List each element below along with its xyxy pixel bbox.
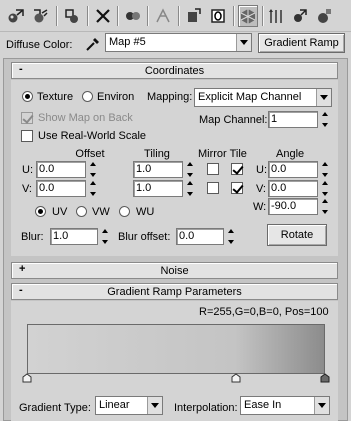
collapse-toggle: - <box>19 284 23 296</box>
blur-spinner[interactable] <box>100 228 110 245</box>
tile-v-checkbox[interactable] <box>231 182 243 194</box>
angle-w-spinner[interactable] <box>320 198 330 215</box>
uv-label: UV <box>52 206 68 218</box>
angle-header: Angle <box>276 148 305 160</box>
offset-header: Offset <box>75 148 105 160</box>
map-name-dropdown[interactable]: Map #5 <box>105 33 252 52</box>
environ-label: Environ <box>97 91 135 103</box>
interpolation-label: Interpolation: <box>174 402 238 414</box>
offset-v-spinner[interactable] <box>88 180 98 197</box>
mapping-value: Explicit Map Channel <box>198 91 302 103</box>
gradient-ramp-title: Gradient Ramp Parameters <box>107 285 242 298</box>
offset-u-input[interactable]: 0.0 <box>36 161 86 178</box>
put-to-scene-icon[interactable] <box>30 5 50 27</box>
gradient-ramp-preview[interactable] <box>27 324 325 374</box>
tiling-v-spinner[interactable] <box>185 180 195 197</box>
get-material-icon[interactable] <box>6 5 26 27</box>
assign-to-selection-icon[interactable] <box>62 5 82 27</box>
environ-radio[interactable] <box>82 91 93 102</box>
mirror-v-checkbox[interactable] <box>207 182 219 194</box>
angle-w-label: W: <box>253 201 267 213</box>
reset-map-icon[interactable] <box>93 5 113 27</box>
tiling-header: Tiling <box>144 148 170 160</box>
tiling-u-input[interactable]: 1.0 <box>133 161 183 178</box>
map-type-button[interactable]: Gradient Ramp <box>258 33 345 53</box>
show-end-result-icon[interactable] <box>238 5 258 27</box>
go-to-parent-icon[interactable] <box>266 5 286 27</box>
noise-rollout-header[interactable]: + Noise <box>11 262 338 279</box>
wu-radio[interactable] <box>119 206 130 217</box>
mirror-tile-header: Mirror Tile <box>198 148 247 160</box>
put-to-library-icon[interactable] <box>153 5 173 27</box>
mirror-u-checkbox[interactable] <box>207 163 219 175</box>
vw-radio[interactable] <box>76 206 87 217</box>
material-id-channel-icon[interactable] <box>184 5 204 27</box>
chevron-down-icon <box>236 34 251 51</box>
blur-label: Blur: <box>21 231 44 243</box>
map-name-value: Map #5 <box>109 36 146 48</box>
angle-u-label: U: <box>256 164 267 176</box>
angle-v-label: V: <box>256 183 266 195</box>
rotate-button[interactable]: Rotate <box>267 224 327 246</box>
uv-radio[interactable] <box>35 206 46 217</box>
mapping-label: Mapping: <box>147 91 193 103</box>
pick-material-from-object-icon[interactable] <box>84 35 102 53</box>
material-editor-toolbar <box>0 0 351 32</box>
map-channel-label: Map Channel: <box>199 114 268 126</box>
coordinates-rollout-header[interactable]: - Coordinates <box>11 62 338 79</box>
real-world-scale-label: Use Real-World Scale <box>38 130 147 142</box>
tiling-u-spinner[interactable] <box>185 161 195 178</box>
angle-u-spinner[interactable] <box>320 161 330 178</box>
gradient-type-label: Gradient Type: <box>19 402 91 414</box>
angle-w-input[interactable]: -90.0 <box>268 198 318 215</box>
chevron-down-icon <box>314 397 329 414</box>
offset-u-label: U: <box>22 164 33 176</box>
interpolation-dropdown[interactable]: Ease In <box>240 396 330 415</box>
noise-title: Noise <box>160 264 189 277</box>
real-world-scale-checkbox[interactable] <box>21 130 33 142</box>
blur-offset-input[interactable]: 0.0 <box>176 228 224 245</box>
diffuse-color-label: Diffuse Color: <box>6 39 73 51</box>
gradient-flag-status: R=255,G=0,B=0, Pos=100 <box>199 306 329 318</box>
gradient-flag-start[interactable] <box>22 373 32 383</box>
gradient-flag-end[interactable] <box>320 373 330 383</box>
tiling-v-input[interactable]: 1.0 <box>133 180 183 197</box>
gradient-flag-middle[interactable] <box>231 373 241 383</box>
interpolation-value: Ease In <box>244 399 282 411</box>
coordinates-title: Coordinates <box>144 64 205 77</box>
gradient-type-value: Linear <box>99 399 130 411</box>
gradient-ramp-rollout-header[interactable]: - Gradient Ramp Parameters <box>11 283 338 300</box>
expand-toggle: + <box>19 263 26 275</box>
offset-v-label: V: <box>22 183 32 195</box>
texture-label: Texture <box>37 91 74 103</box>
map-channel-input[interactable]: 1 <box>268 111 318 128</box>
offset-u-spinner[interactable] <box>88 161 98 178</box>
offset-v-input[interactable]: 0.0 <box>36 180 86 197</box>
show-map-in-viewport-icon[interactable] <box>208 5 228 27</box>
chevron-down-icon <box>147 397 162 414</box>
blur-offset-spinner[interactable] <box>226 228 236 245</box>
gradient-type-dropdown[interactable]: Linear <box>95 396 163 415</box>
vw-label: VW <box>92 206 110 218</box>
material-map-navigator-icon[interactable] <box>314 5 334 27</box>
mapping-dropdown[interactable]: Explicit Map Channel <box>194 88 332 107</box>
angle-v-spinner[interactable] <box>320 180 330 197</box>
show-map-on-back-label: Show Map on Back <box>38 112 133 124</box>
go-forward-to-sibling-icon[interactable] <box>290 5 310 27</box>
blur-input[interactable]: 1.0 <box>50 228 98 245</box>
tile-u-checkbox[interactable] <box>231 163 243 175</box>
blur-offset-label: Blur offset: <box>118 231 171 243</box>
wu-label: WU <box>136 206 155 218</box>
make-unique-icon[interactable] <box>123 5 143 27</box>
show-map-on-back-checkbox[interactable] <box>21 112 33 124</box>
map-channel-spinner[interactable] <box>320 111 330 128</box>
texture-radio[interactable] <box>22 91 33 102</box>
collapse-toggle: - <box>19 63 23 75</box>
chevron-down-icon <box>316 89 331 106</box>
angle-u-input[interactable]: 0.0 <box>268 161 318 178</box>
angle-v-input[interactable]: 0.0 <box>268 180 318 197</box>
